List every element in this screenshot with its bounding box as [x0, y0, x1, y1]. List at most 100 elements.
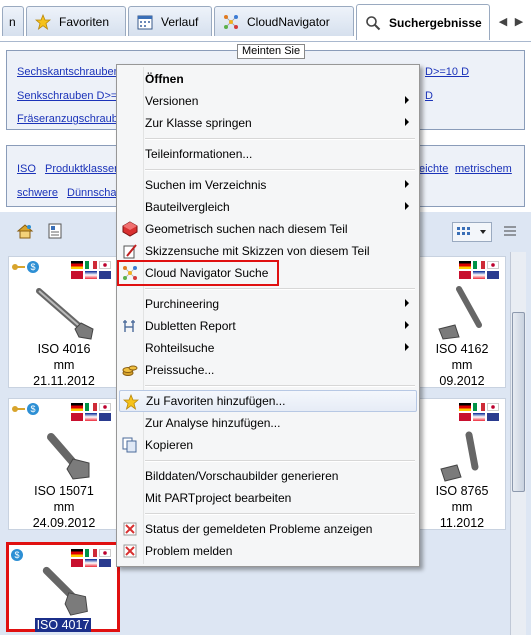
- menu-item-suchen-im-verzeichnis[interactable]: Suchen im Verzeichnis: [119, 174, 417, 196]
- menu-item-cloud-navigator-suche[interactable]: Cloud Navigator Suche: [117, 260, 279, 286]
- cloud-network-icon: [223, 14, 239, 30]
- geometric-search-icon: [122, 221, 138, 237]
- card-name: ISO 4017: [34, 618, 92, 632]
- flag-de-icon: [71, 549, 83, 557]
- grid-view-icon: [457, 227, 486, 235]
- home-folder-icon[interactable]: [16, 222, 34, 243]
- menu-item-oeffnen[interactable]: Öffnen: [119, 68, 417, 90]
- menu-item-versionen[interactable]: Versionen: [119, 90, 417, 112]
- menu-item-bilddaten[interactable]: Bilddaten/Vorschaubilder generieren: [119, 465, 417, 487]
- flag-fr-icon: [85, 413, 97, 421]
- scrollbar-thumb[interactable]: [512, 312, 525, 492]
- submenu-arrow-icon: [405, 96, 409, 104]
- results-scrollbar[interactable]: [510, 252, 526, 635]
- card-name: ISO 15071: [34, 484, 94, 498]
- card-date: 24.09.2012: [32, 516, 96, 530]
- class-link-iso[interactable]: ISO: [17, 163, 36, 175]
- suggestion-link[interactable]: D: [425, 90, 433, 102]
- sketch-search-icon: [122, 243, 138, 259]
- result-card-selected[interactable]: $ ISO 4017: [6, 542, 120, 632]
- flag-it-icon: [85, 261, 97, 269]
- suggestion-link[interactable]: D>=10 D: [425, 66, 469, 78]
- card-unit: mm: [451, 358, 473, 372]
- menu-item-label: Skizzensuche mit Skizzen von diesem Teil: [145, 244, 370, 258]
- menu-item-problem-melden[interactable]: Problem melden: [119, 540, 417, 562]
- menu-item-label: Bauteilvergleich: [145, 200, 230, 214]
- menu-item-label: Teileinformationen...: [145, 147, 253, 161]
- card-name: ISO 4162: [435, 342, 489, 356]
- tab-scroll-right-icon[interactable]: ▶: [512, 12, 526, 30]
- menu-item-label: Mit PARTproject bearbeiten: [145, 491, 292, 505]
- menu-separator: [145, 460, 415, 462]
- class-link[interactable]: schwere: [17, 187, 58, 199]
- flag-de-icon: [459, 261, 471, 269]
- menu-item-label: Zu Favoriten hinzufügen...: [146, 394, 286, 408]
- flag-fr-icon: [473, 271, 485, 279]
- menu-item-bauteilvergleich[interactable]: Bauteilvergleich: [119, 196, 417, 218]
- price-badge-icon: $: [11, 549, 23, 561]
- suggestion-link[interactable]: Fräseranzugschraube: [17, 113, 124, 125]
- menu-item-zur-analyse[interactable]: Zur Analyse hinzufügen...: [119, 412, 417, 434]
- menu-separator: [145, 288, 415, 290]
- key-icon: [12, 406, 25, 412]
- class-link[interactable]: Dünnschaf: [67, 187, 120, 199]
- submenu-arrow-icon: [405, 299, 409, 307]
- tab-label: CloudNavigator: [247, 14, 330, 29]
- class-link-produktklassen[interactable]: Produktklassen: [45, 163, 120, 175]
- menu-separator: [145, 513, 415, 515]
- submenu-arrow-icon: [405, 202, 409, 210]
- tab-label: Favoriten: [59, 14, 110, 29]
- report-problem-icon: [122, 543, 138, 559]
- menu-item-preissuche[interactable]: Preissuche...: [119, 359, 417, 381]
- language-flags: [459, 261, 501, 279]
- flag-cn-icon: [459, 413, 471, 421]
- svg-text:$: $: [14, 550, 19, 560]
- suggestion-link[interactable]: Sechskantschrauben: [17, 66, 120, 78]
- bolt-image: [36, 288, 94, 340]
- menu-item-purchineering[interactable]: Purchineering: [119, 293, 417, 315]
- tab-suchergebnisse[interactable]: Suchergebnisse: [356, 4, 490, 40]
- card-unit: mm: [53, 358, 75, 372]
- view-mode-dropdown[interactable]: [452, 222, 492, 242]
- svg-text:$: $: [30, 404, 35, 414]
- menu-item-label: Dubletten Report: [145, 319, 236, 333]
- menu-item-zu-favoriten[interactable]: Zu Favoriten hinzufügen...: [119, 390, 417, 412]
- menu-item-teileinformationen[interactable]: Teileinformationen...: [119, 143, 417, 165]
- tab-partial[interactable]: n: [2, 6, 24, 36]
- card-unit: mm: [53, 500, 75, 514]
- suggestion-link[interactable]: Senkschrauben D>=: [17, 90, 117, 102]
- list-view-icon[interactable]: [502, 224, 518, 243]
- tab-scroll-left-icon[interactable]: ◀: [496, 12, 510, 30]
- menu-item-partproject[interactable]: Mit PARTproject bearbeiten: [119, 487, 417, 509]
- menu-item-kopieren[interactable]: Kopieren: [119, 434, 417, 456]
- card-name: ISO 4016: [37, 342, 91, 356]
- menu-item-rohteilsuche[interactable]: Rohteilsuche: [119, 337, 417, 359]
- class-link[interactable]: eichte: [419, 163, 448, 175]
- copy-icon: [122, 437, 138, 453]
- flag-jp-icon: [99, 261, 111, 269]
- class-link[interactable]: metrischem: [455, 163, 512, 175]
- menu-item-dubletten-report[interactable]: Dubletten Report: [119, 315, 417, 337]
- menu-separator: [145, 138, 415, 140]
- menu-item-skizzensuche[interactable]: Skizzensuche mit Skizzen von diesem Teil: [119, 240, 417, 262]
- card-date: 21.11.2012: [33, 374, 95, 388]
- tab-favoriten[interactable]: Favoriten: [26, 6, 126, 36]
- svg-text:$: $: [30, 262, 35, 272]
- result-card[interactable]: $ ISO 15071 mm 24.09.2012: [8, 398, 118, 530]
- card-date: 11.2012: [439, 516, 485, 530]
- document-list-icon[interactable]: [46, 222, 64, 243]
- flag-cn-icon: [71, 413, 83, 421]
- bolt-image: [47, 433, 90, 480]
- tab-verlauf[interactable]: Verlauf: [128, 6, 212, 36]
- flag-jp-icon: [99, 549, 111, 557]
- result-card[interactable]: $ ISO 4016 mm 21.11.2012: [8, 256, 118, 388]
- language-flags: [459, 403, 501, 421]
- submenu-arrow-icon: [405, 118, 409, 126]
- duplicates-icon: [122, 318, 138, 334]
- flag-de-icon: [71, 403, 83, 411]
- tab-cloudnavigator[interactable]: CloudNavigator: [214, 6, 354, 36]
- menu-item-zur-klasse[interactable]: Zur Klasse springen: [119, 112, 417, 134]
- menu-item-status-probleme[interactable]: Status der gemeldeten Probleme anzeigen: [119, 518, 417, 540]
- bolt-image: [440, 431, 479, 482]
- menu-item-geometrisch-suchen[interactable]: Geometrisch suchen nach diesem Teil: [119, 218, 417, 240]
